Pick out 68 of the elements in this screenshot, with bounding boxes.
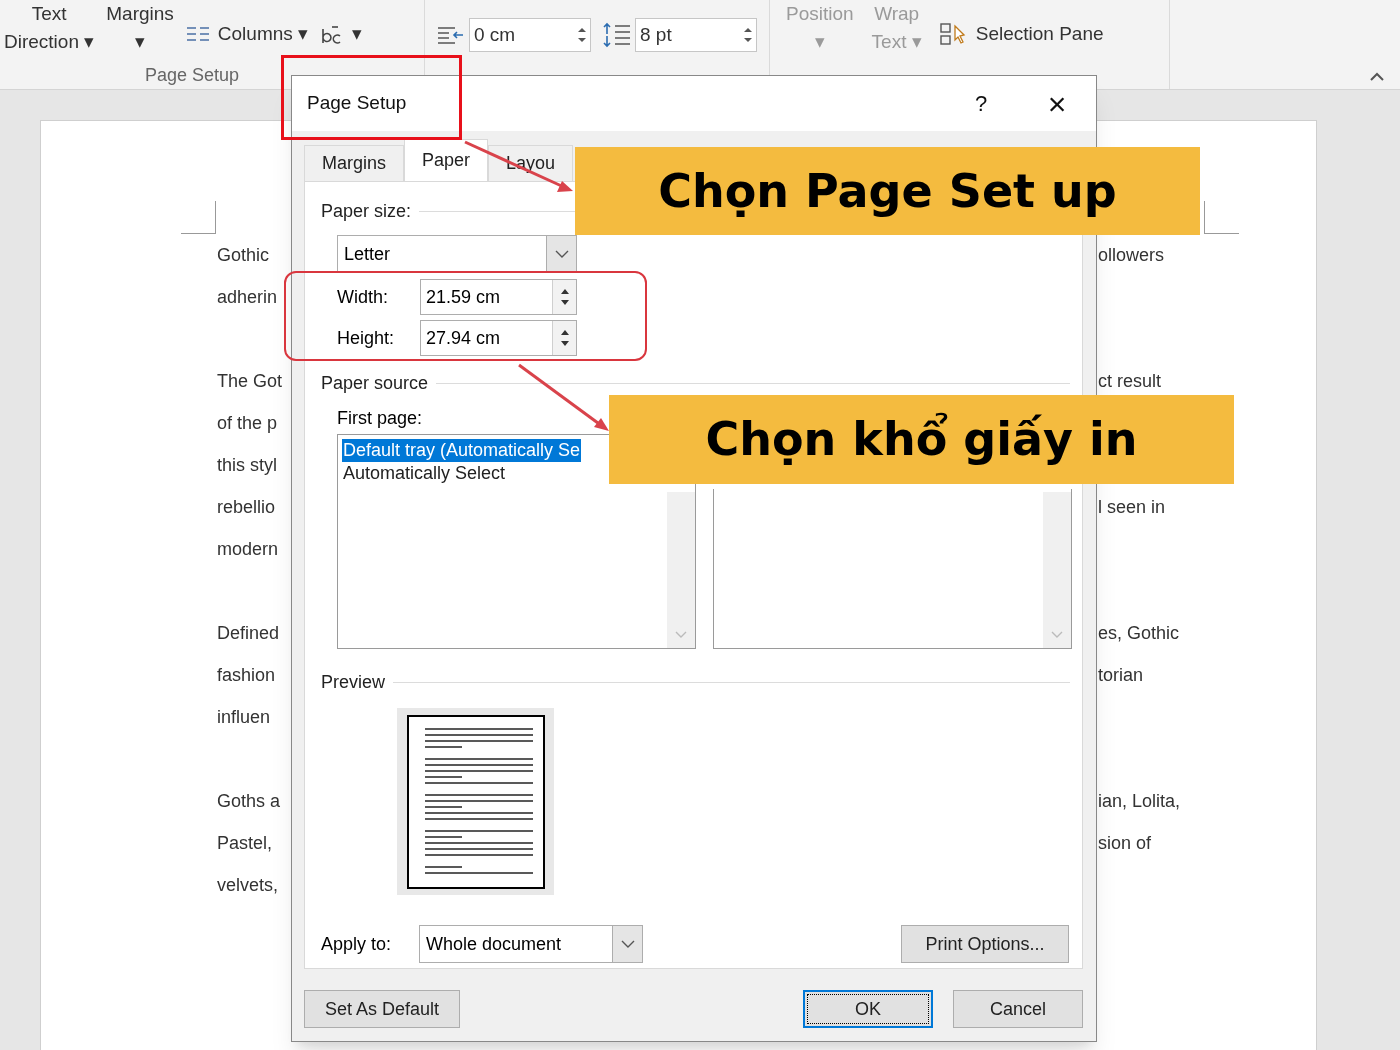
dropdown[interactable]: Letter (337, 235, 577, 273)
spin-arrows-icon (559, 287, 570, 307)
document-text: Pastel, (217, 831, 273, 855)
callout-label: Chọn khổ giấy in (609, 395, 1234, 484)
help-button[interactable]: ? (966, 87, 996, 120)
field-label: First page: (337, 407, 423, 430)
document-text: this styl (217, 453, 277, 477)
tab[interactable]: Margins (304, 145, 405, 181)
group-label: Page Setup (144, 64, 240, 87)
document-text: The Got (217, 369, 283, 393)
spin-arrows-icon (578, 26, 586, 44)
document-text: l seen in (1098, 495, 1166, 519)
document-text: ollowers (1098, 243, 1165, 267)
spinner-field[interactable]: 8 pt (635, 18, 757, 52)
document-text: velvets, (217, 873, 279, 897)
document-text: of the p (217, 411, 278, 435)
spinner-field[interactable]: 0 cm (469, 18, 591, 52)
ribbon-button[interactable]: ▾ (316, 16, 367, 52)
field-label: Apply to: (321, 932, 393, 956)
section-heading: Paper size: (321, 200, 412, 223)
ribbon-button[interactable]: Selection Pane (935, 16, 1108, 52)
indent-icon (437, 25, 465, 45)
spinner-field[interactable]: 27.94 cm (420, 320, 577, 356)
collapse-caret-icon[interactable] (1370, 72, 1384, 81)
document-text: es, Gothic (1098, 621, 1180, 645)
spinner-field[interactable]: 21.59 cm (420, 279, 577, 315)
document-text: Gothic (217, 243, 270, 267)
document-text: Defined (217, 621, 280, 645)
ribbon-button[interactable]: Margins ▾ (102, 0, 178, 56)
chevron-down-icon (620, 940, 635, 948)
line-spacing-icon (601, 22, 631, 48)
ribbon-button[interactable]: Text Direction ▾ (0, 0, 99, 56)
field-label: Width: (337, 285, 389, 309)
tab[interactable]: Paper (404, 139, 489, 181)
list-item[interactable]: Default tray (Automatically Se (342, 439, 582, 462)
section-heading: Paper source (321, 372, 429, 395)
chevron-down-icon (554, 250, 569, 258)
dialog-title: Page Setup (307, 91, 407, 116)
dialog-button[interactable]: OK (803, 990, 933, 1028)
list-item[interactable]: Automatically Select (342, 462, 507, 485)
crop-mark (181, 201, 216, 234)
callout-label: Chọn Page Set up (575, 147, 1200, 235)
dialog-button[interactable]: Set As Default (304, 990, 460, 1028)
field-label: Height: (337, 326, 396, 350)
document-text: fashion (217, 663, 276, 687)
document-text: rebellio (217, 495, 276, 519)
columns-icon (185, 25, 210, 43)
print-options-button[interactable]: Print Options... (901, 925, 1069, 963)
document-text: influen (217, 705, 271, 729)
document-text: torian (1098, 663, 1144, 687)
dialog-button[interactable]: Cancel (953, 990, 1083, 1028)
chevron-down-icon (1051, 631, 1063, 638)
crop-mark (1204, 201, 1239, 234)
document-text: Goths a (217, 789, 281, 813)
section-heading: Preview (321, 671, 386, 694)
dropdown[interactable]: Whole document (419, 925, 643, 963)
document-text: ian, Lolita, (1098, 789, 1181, 813)
ribbon-button[interactable]: Columns ▾ (181, 16, 313, 52)
document-text: ct result (1098, 369, 1162, 393)
close-button[interactable]: × (1042, 87, 1072, 120)
spin-arrows-icon (744, 26, 752, 44)
selection-pane-icon (939, 22, 968, 46)
list-box[interactable]: Default tray (Automatically Se Automatically Select (337, 434, 696, 649)
spin-arrows-icon (559, 328, 570, 348)
document-text: adherin (217, 285, 278, 309)
chevron-down-icon (675, 631, 687, 638)
document-text: modern (217, 537, 279, 561)
document-text: sion of (1098, 831, 1152, 855)
